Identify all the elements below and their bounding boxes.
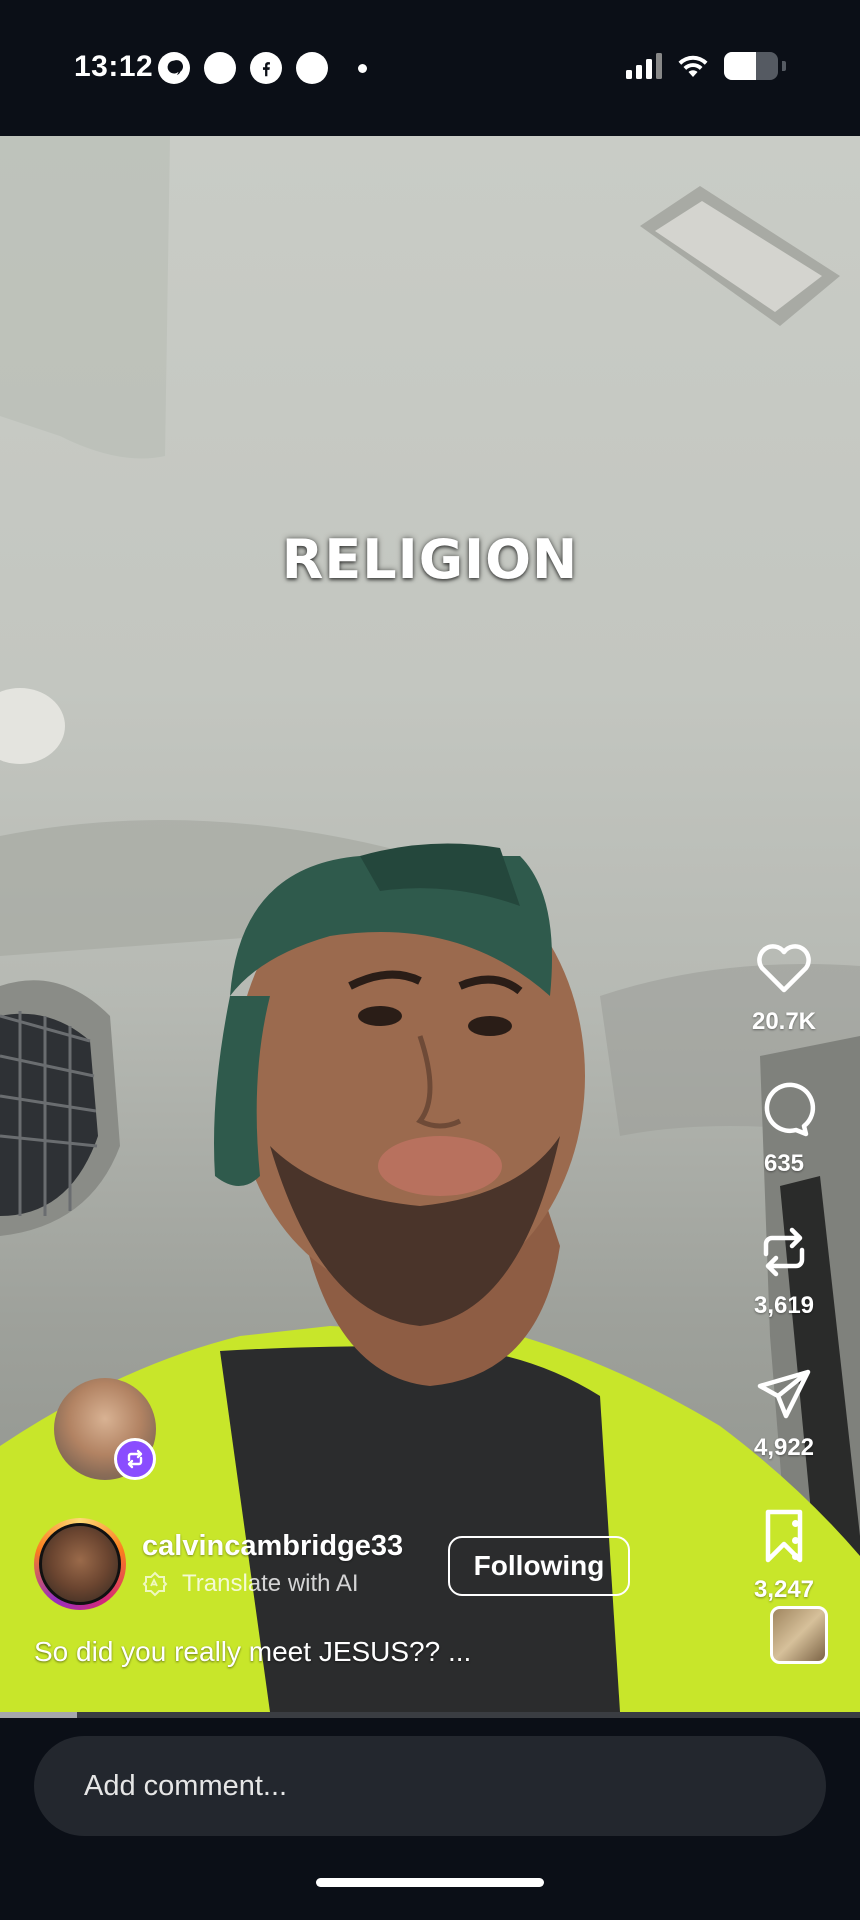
repost-button[interactable]: 3,619 (752, 1220, 816, 1362)
facebook-icon (250, 52, 282, 84)
audio-thumbnail[interactable] (770, 1606, 828, 1664)
system-icons (626, 52, 786, 80)
like-count: 20.7K (751, 1008, 817, 1035)
caption[interactable]: So did you really meet JESUS?? ... (34, 1636, 471, 1668)
heart-icon (757, 944, 811, 993)
translate-link[interactable]: Translate with AI (142, 1570, 359, 1598)
comment-icon (764, 1082, 816, 1137)
signal-icon (626, 53, 662, 79)
video-overlay-text: RELIGION (281, 528, 579, 591)
repost-count: 3,619 (753, 1292, 815, 1319)
more-notifications-dot (358, 63, 367, 73)
translate-icon (142, 1571, 168, 1597)
share-button[interactable]: 4,922 (752, 1362, 816, 1504)
action-rail: 20.7K 635 3,619 4,922 3,247 (734, 936, 834, 1646)
more-options-button[interactable] (788, 1520, 802, 1560)
save-count: 3,247 (753, 1576, 815, 1603)
dot (791, 1536, 799, 1544)
add-comment-input[interactable] (34, 1736, 826, 1836)
battery-icon (724, 52, 778, 80)
wifi-icon (678, 55, 708, 77)
comment-count: 635 (763, 1150, 805, 1177)
following-button[interactable]: Following (448, 1536, 630, 1596)
like-button[interactable]: 20.7K (752, 936, 816, 1078)
battery-level (724, 52, 757, 80)
repost-icon (763, 1227, 805, 1277)
comment-button[interactable]: 635 (752, 1078, 816, 1220)
author-avatar-image (39, 1523, 121, 1605)
bookmark-icon (765, 1509, 803, 1563)
repost-badge-icon (114, 1438, 156, 1480)
status-time: 13:12 (74, 50, 154, 83)
dot (791, 1553, 799, 1560)
send-icon (757, 1369, 811, 1419)
threads-icon (158, 52, 190, 84)
author-avatar[interactable] (34, 1518, 126, 1610)
home-indicator (316, 1878, 544, 1887)
translate-label: Translate with AI (182, 1570, 359, 1597)
status-bar: 13:12 (0, 0, 860, 136)
battery-tip (782, 61, 786, 71)
share-count: 4,922 (753, 1434, 815, 1461)
messenger-icon (204, 52, 236, 84)
dot (791, 1520, 799, 1527)
author-username[interactable]: calvincambridge33 (142, 1530, 403, 1563)
notification-icons (158, 52, 367, 84)
comment-composer (0, 1718, 860, 1920)
messenger-icon (296, 52, 328, 84)
